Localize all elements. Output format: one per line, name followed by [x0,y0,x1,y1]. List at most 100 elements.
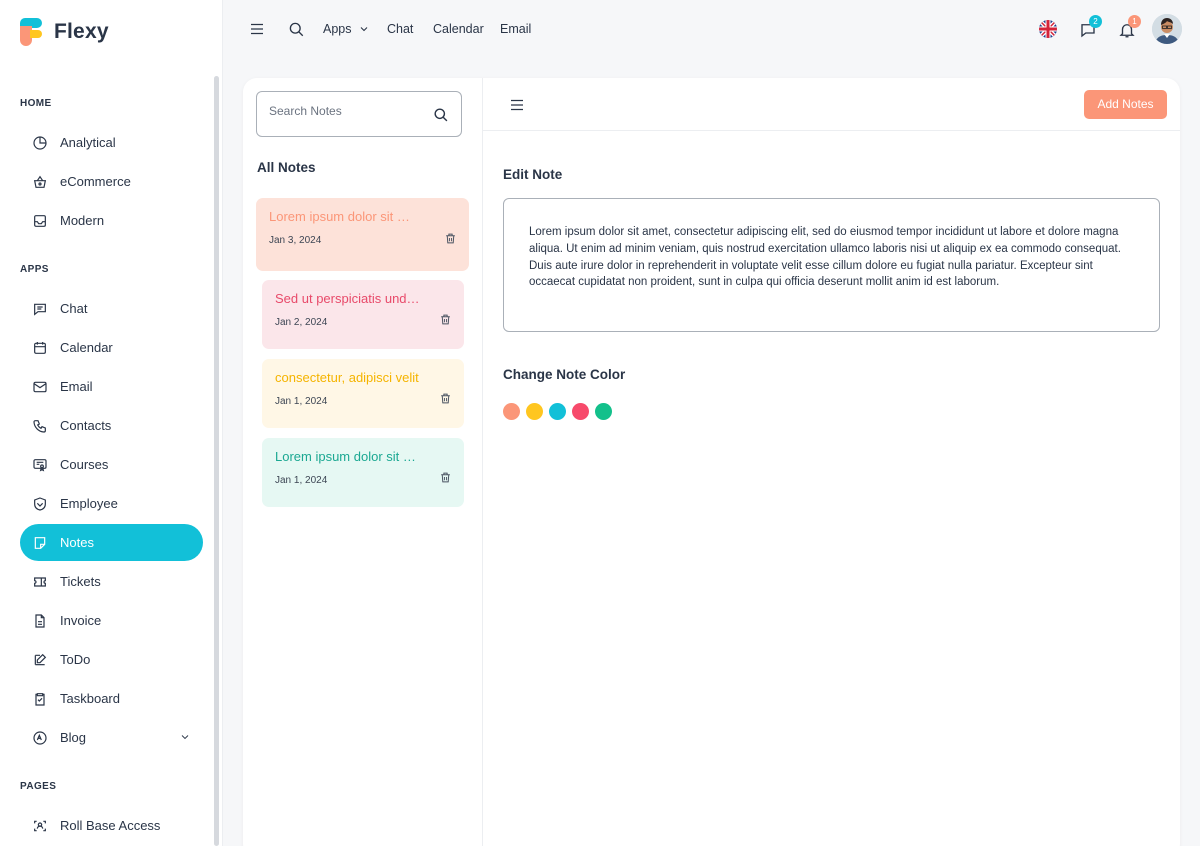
topbar-apps-link[interactable]: Apps [323,22,370,36]
avatar[interactable] [1152,14,1182,44]
note-item[interactable]: consectetur, adipisci velit Jan 1, 2024 [262,359,464,428]
sidebar-item-label: Employee [60,496,118,511]
sidebar-item-label: ToDo [60,652,91,667]
calendar-icon [32,340,48,356]
apps-label: Apps [323,22,352,36]
topbar: Apps Chat Calendar Email 2 1 [223,0,1200,60]
note-date: Jan 1, 2024 [275,396,328,407]
sidebar-item-label: Invoice [60,613,102,628]
color-swatch-cyan[interactable] [549,403,566,420]
edit-note-label: Edit Note [503,167,563,182]
flexy-logo-icon [20,18,44,46]
trash-icon[interactable] [439,313,452,326]
color-swatch-orange[interactable] [503,403,520,420]
edit-icon [32,652,48,668]
inbox-icon [32,213,48,229]
sidebar-item-label: Courses [60,457,109,472]
section-label-pages: PAGES [20,781,57,792]
sidebar-item-label: Contacts [60,418,112,433]
sidebar-item-taskboard[interactable]: Taskboard [20,680,203,717]
trash-icon[interactable] [439,392,452,405]
color-swatch-yellow[interactable] [526,403,543,420]
menu-icon[interactable] [248,20,266,38]
sidebar-item-modern[interactable]: Modern [20,202,203,239]
sidebar-item-label: Email [60,379,93,394]
sidebar-item-roll-base-access[interactable]: Roll Base Access [20,807,203,844]
basket-icon [32,174,48,190]
sidebar: Flexy HOME Analytical eCommerce Modern A… [0,0,223,846]
sidebar-item-contacts[interactable]: Contacts [20,407,203,444]
uk-flag-icon[interactable] [1039,20,1057,38]
change-color-label: Change Note Color [503,367,626,382]
sidebar-item-courses[interactable]: Courses [20,446,203,483]
chevron-down-icon[interactable] [179,731,191,746]
sidebar-item-label: Taskboard [60,691,120,706]
sidebar-item-ecommerce[interactable]: eCommerce [20,163,203,200]
sidebar-item-label: Roll Base Access [60,818,161,833]
sidebar-item-calendar[interactable]: Calendar [20,329,203,366]
sidebar-item-label: Calendar [60,340,113,355]
note-date: Jan 1, 2024 [275,475,328,486]
sidebar-item-invoice[interactable]: Invoice [20,602,203,639]
sidebar-item-employee[interactable]: Employee [20,485,203,522]
sidebar-item-label: Blog [60,730,87,745]
menu-icon[interactable] [508,96,526,114]
sidebar-scrollbar[interactable] [214,76,219,846]
search-box[interactable] [256,91,462,137]
certificate-icon [32,457,48,473]
file-icon [32,613,48,629]
trash-icon[interactable] [444,232,457,245]
clipboard-icon [32,691,48,707]
color-swatch-pink[interactable] [572,403,589,420]
note-title: Lorem ipsum dolor sit amet, consectetur [269,209,414,224]
mail-icon [32,379,48,395]
sidebar-item-todo[interactable]: ToDo [20,641,203,678]
note-item[interactable]: Lorem ipsum dolor sit amet, consectetur … [256,198,469,271]
note-title: Sed ut perspiciatis unde omnis [275,291,420,306]
brand-name: Flexy [54,20,109,43]
sidebar-item-label: Notes [60,535,94,550]
sidebar-item-label: eCommerce [60,174,131,189]
topbar-calendar-link[interactable]: Calendar [433,22,484,36]
note-item[interactable]: Lorem ipsum dolor sit amet Jan 1, 2024 [262,438,464,507]
topbar-email-link[interactable]: Email [500,22,531,36]
blog-icon [32,730,48,746]
color-swatch-green[interactable] [595,403,612,420]
note-title: Lorem ipsum dolor sit amet [275,449,420,464]
message-icon [32,301,48,317]
note-content-textarea[interactable]: Lorem ipsum dolor sit amet, consectetur … [503,198,1160,332]
notes-list-panel: All Notes Lorem ipsum dolor sit amet, co… [243,78,483,846]
trash-icon[interactable] [439,471,452,484]
sidebar-item-blog[interactable]: Blog [20,719,203,756]
section-label-apps: APPS [20,264,49,275]
editor-header: Add Notes [483,78,1180,131]
chevron-down-icon [360,27,368,32]
sidebar-item-analytical[interactable]: Analytical [20,124,203,161]
brand[interactable]: Flexy [20,18,109,46]
section-label-home: HOME [20,98,52,109]
phone-icon [32,418,48,434]
note-date: Jan 3, 2024 [269,235,322,246]
search-notes-input[interactable] [269,104,419,118]
search-icon[interactable] [287,20,305,38]
pie-chart-icon [32,135,48,151]
all-notes-heading: All Notes [257,160,316,175]
shield-icon [32,496,48,512]
add-notes-button[interactable]: Add Notes [1084,90,1167,119]
note-editor-panel: Add Notes Edit Note Lorem ipsum dolor si… [483,78,1180,846]
sidebar-item-label: Analytical [60,135,116,150]
sidebar-item-chat[interactable]: Chat [20,290,203,327]
messages-badge: 2 [1089,15,1102,28]
sidebar-item-label: Modern [60,213,105,228]
note-title: consectetur, adipisci velit [275,370,419,385]
search-icon[interactable] [432,106,449,123]
note-date: Jan 2, 2024 [275,317,328,328]
sidebar-item-notes[interactable]: Notes [20,524,203,561]
topbar-chat-link[interactable]: Chat [387,22,413,36]
note-item[interactable]: Sed ut perspiciatis unde omnis Jan 2, 20… [262,280,464,349]
sidebar-item-email[interactable]: Email [20,368,203,405]
user-scan-icon [32,818,48,834]
notes-card: All Notes Lorem ipsum dolor sit amet, co… [243,78,1180,846]
sidebar-item-tickets[interactable]: Tickets [20,563,203,600]
ticket-icon [32,574,48,590]
